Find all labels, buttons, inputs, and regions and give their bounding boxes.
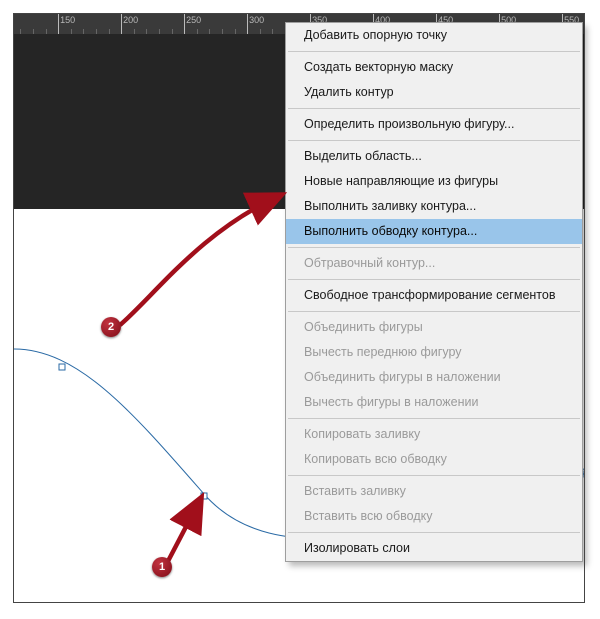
ruler-label: 150 <box>60 15 75 25</box>
menu-item-paste_all_stroke: Вставить всю обводку <box>286 504 582 529</box>
path-anchor[interactable] <box>59 364 66 371</box>
menu-separator <box>288 51 580 52</box>
menu-separator <box>288 247 580 248</box>
menu-separator <box>288 475 580 476</box>
menu-separator <box>288 108 580 109</box>
menu-separator <box>288 418 580 419</box>
menu-item-unite_shapes: Объединить фигуры <box>286 315 582 340</box>
menu-item-define_custom_shape[interactable]: Определить произвольную фигуру... <box>286 112 582 137</box>
callout-badge-1: 1 <box>152 557 172 577</box>
ruler-label: 300 <box>249 15 264 25</box>
menu-item-delete_path[interactable]: Удалить контур <box>286 80 582 105</box>
menu-item-subtract_at_overlap: Вычесть фигуры в наложении <box>286 390 582 415</box>
menu-item-copy_fill: Копировать заливку <box>286 422 582 447</box>
menu-item-make_selection[interactable]: Выделить область... <box>286 144 582 169</box>
menu-item-copy_all_stroke: Копировать всю обводку <box>286 447 582 472</box>
path-context-menu[interactable]: Добавить опорную точку Создать векторную … <box>285 22 583 562</box>
menu-item-subtract_front_shape: Вычесть переднюю фигуру <box>286 340 582 365</box>
menu-item-new_guides_from_shape[interactable]: Новые направляющие из фигуры <box>286 169 582 194</box>
path-anchor[interactable] <box>201 493 208 500</box>
menu-item-add_anchor[interactable]: Добавить опорную точку <box>286 23 582 48</box>
ruler-label: 250 <box>186 15 201 25</box>
menu-item-create_vector_mask[interactable]: Создать векторную маску <box>286 55 582 80</box>
callout-badge-2: 2 <box>101 317 121 337</box>
menu-item-fill_path[interactable]: Выполнить заливку контура... <box>286 194 582 219</box>
menu-item-isolate_layers[interactable]: Изолировать слои <box>286 536 582 561</box>
menu-item-clipping_path: Обтравочный контур... <box>286 251 582 276</box>
menu-separator <box>288 311 580 312</box>
menu-item-stroke_path[interactable]: Выполнить обводку контура... <box>286 219 582 244</box>
menu-item-unite_at_overlap: Объединить фигуры в наложении <box>286 365 582 390</box>
ruler-label: 200 <box>123 15 138 25</box>
menu-item-free_transform_points[interactable]: Свободное трансформирование сегментов <box>286 283 582 308</box>
menu-item-paste_fill: Вставить заливку <box>286 479 582 504</box>
menu-separator <box>288 140 580 141</box>
menu-separator <box>288 279 580 280</box>
menu-separator <box>288 532 580 533</box>
